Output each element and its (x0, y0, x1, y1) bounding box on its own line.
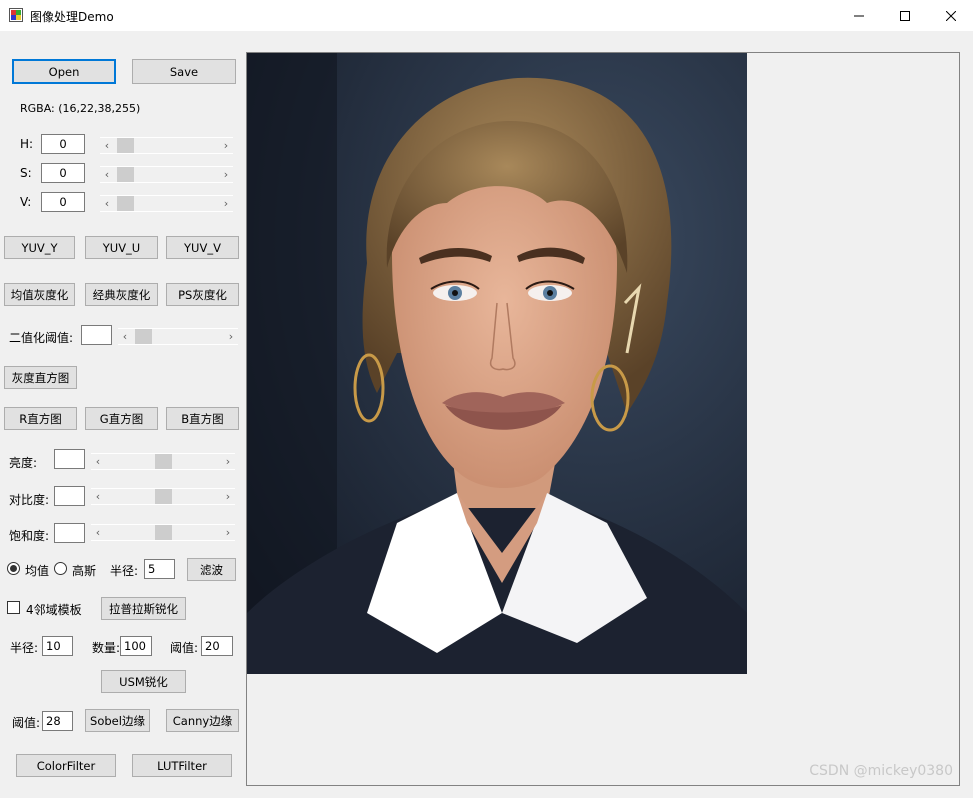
scroll-right-icon[interactable]: › (221, 453, 235, 470)
scroll-right-icon[interactable]: › (219, 137, 233, 154)
app-icon (9, 8, 23, 22)
window-title: 图像处理Demo (30, 10, 114, 24)
scroll-left-icon[interactable]: ‹ (91, 453, 105, 470)
brightness-slider[interactable]: ‹ › (91, 453, 235, 470)
binarize-label: 二值化阈值: (9, 331, 74, 345)
b-hist-button[interactable]: B直方图 (166, 407, 239, 430)
scroll-left-icon[interactable]: ‹ (100, 137, 114, 154)
neighbor4-label: 4邻域模板 (26, 603, 82, 617)
edge-threshold-label: 阈值: (12, 716, 41, 730)
close-button[interactable] (928, 0, 973, 31)
open-button[interactable]: Open (12, 59, 116, 84)
usm-radius-label: 半径: (10, 641, 39, 655)
h-input[interactable]: 0 (41, 134, 85, 154)
filter-radius-input[interactable]: 5 (144, 559, 175, 579)
s-input[interactable]: 0 (41, 163, 85, 183)
v-slider[interactable]: ‹ › (100, 195, 233, 212)
v-label: V: (20, 195, 32, 209)
contrast-slider[interactable]: ‹ › (91, 488, 235, 505)
scroll-left-icon[interactable]: ‹ (91, 524, 105, 541)
binarize-input[interactable] (81, 325, 112, 345)
usm-radius-input[interactable]: 10 (42, 636, 73, 656)
s-slider[interactable]: ‹ › (100, 166, 233, 183)
saturation-slider[interactable]: ‹ › (91, 524, 235, 541)
color-filter-button[interactable]: ColorFilter (16, 754, 116, 777)
saturation-label: 饱和度: (9, 529, 50, 543)
brightness-input[interactable] (54, 449, 85, 469)
laplace-sharpen-button[interactable]: 拉普拉斯锐化 (101, 597, 186, 620)
maximize-icon (900, 10, 910, 21)
contrast-label: 对比度: (9, 493, 50, 507)
usm-sharpen-button[interactable]: USM锐化 (101, 670, 186, 693)
mean-radio[interactable] (7, 562, 20, 575)
neighbor4-checkbox[interactable] (7, 601, 20, 614)
portrait-photo (247, 53, 747, 674)
lut-filter-button[interactable]: LUTFilter (132, 754, 232, 777)
gray-ps-button[interactable]: PS灰度化 (166, 283, 239, 306)
yuv-u-button[interactable]: YUV_U (85, 236, 158, 259)
watermark-text: CSDN @mickey0380 (809, 763, 953, 779)
gray-hist-button[interactable]: 灰度直方图 (4, 366, 77, 389)
filter-button[interactable]: 滤波 (187, 558, 236, 581)
binarize-slider[interactable]: ‹ › (118, 328, 238, 345)
scroll-left-icon[interactable]: ‹ (118, 328, 132, 345)
gray-classic-button[interactable]: 经典灰度化 (85, 283, 158, 306)
save-button[interactable]: Save (132, 59, 236, 84)
filter-radius-label: 半径: (110, 564, 139, 578)
scroll-right-icon[interactable]: › (219, 166, 233, 183)
contrast-input[interactable] (54, 486, 85, 506)
gauss-radio-label: 高斯 (72, 564, 97, 578)
edge-threshold-input[interactable]: 28 (42, 711, 73, 731)
usm-amount-input[interactable]: 100 (120, 636, 152, 656)
h-slider[interactable]: ‹ › (100, 137, 233, 154)
minimize-button[interactable] (836, 0, 882, 31)
close-icon (946, 10, 956, 21)
title-bar: 图像处理Demo (0, 0, 973, 31)
gauss-radio[interactable] (54, 562, 67, 575)
gray-mean-button[interactable]: 均值灰度化 (4, 283, 75, 306)
scroll-right-icon[interactable]: › (221, 524, 235, 541)
saturation-input[interactable] (54, 523, 85, 543)
usm-threshold-label: 阈值: (170, 641, 199, 655)
r-hist-button[interactable]: R直方图 (4, 407, 77, 430)
scroll-right-icon[interactable]: › (221, 488, 235, 505)
sobel-edge-button[interactable]: Sobel边缘 (85, 709, 150, 732)
brightness-label: 亮度: (9, 456, 38, 470)
yuv-v-button[interactable]: YUV_V (166, 236, 239, 259)
rgba-readout: RGBA: (16,22,38,255) (20, 102, 141, 115)
g-hist-button[interactable]: G直方图 (85, 407, 158, 430)
h-label: H: (20, 137, 34, 151)
maximize-button[interactable] (882, 0, 928, 31)
scroll-left-icon[interactable]: ‹ (91, 488, 105, 505)
canny-edge-button[interactable]: Canny边缘 (166, 709, 239, 732)
s-label: S: (20, 166, 32, 180)
minimize-icon (854, 15, 864, 16)
scroll-left-icon[interactable]: ‹ (100, 195, 114, 212)
v-input[interactable]: 0 (41, 192, 85, 212)
scroll-left-icon[interactable]: ‹ (100, 166, 114, 183)
yuv-y-button[interactable]: YUV_Y (4, 236, 75, 259)
image-preview-box[interactable]: CSDN @mickey0380 (246, 52, 960, 786)
mean-radio-label: 均值 (25, 564, 50, 578)
usm-threshold-input[interactable]: 20 (201, 636, 233, 656)
usm-amount-label: 数量: (92, 641, 121, 655)
scroll-right-icon[interactable]: › (224, 328, 238, 345)
scroll-right-icon[interactable]: › (219, 195, 233, 212)
